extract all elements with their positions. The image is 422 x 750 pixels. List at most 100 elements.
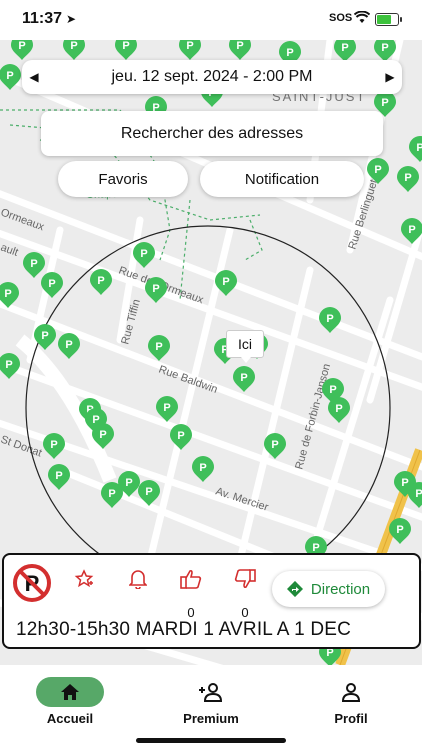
parking-marker-icon[interactable]: P [58,333,80,359]
battery-icon [375,13,402,26]
parking-marker-icon[interactable]: P [43,433,65,459]
svg-text:P: P [108,488,115,500]
svg-text:P: P [65,339,72,351]
parking-marker-icon[interactable]: P [328,397,350,423]
svg-text:P: P [152,283,159,295]
svg-text:P: P [416,142,422,154]
svg-text:P: P [404,172,411,184]
svg-text:P: P [6,70,13,82]
parking-marker-icon[interactable]: P [389,518,411,544]
wifi-icon [354,11,370,23]
parking-marker-icon[interactable]: P [133,242,155,268]
parking-marker-icon[interactable]: P [397,166,419,192]
svg-text:P: P [341,42,348,54]
svg-text:P: P [99,429,106,441]
svg-text:P: P [236,40,243,52]
parking-schedule: 12h30-15h30 MARDI 1 AVRIL A 1 DEC [16,619,352,640]
svg-text:P: P [408,224,415,236]
svg-text:P: P [335,403,342,415]
parking-marker-icon[interactable]: P [101,482,123,508]
tab-label: Profil [334,711,368,726]
svg-text:P: P [48,278,55,290]
svg-text:P: P [381,42,388,54]
thumbs-down-icon[interactable] [233,567,257,591]
svg-text:P: P [41,330,48,342]
parking-marker-icon[interactable]: P [334,40,356,62]
svg-text:P: P [30,258,37,270]
svg-text:P: P [55,470,62,482]
parking-marker-icon[interactable]: P [233,366,255,392]
parking-marker-icon[interactable]: P [0,64,21,90]
svg-text:P: P [4,288,11,300]
svg-text:P: P [122,40,129,52]
parking-marker-icon[interactable]: P [48,464,70,490]
tab-label: Premium [183,711,239,726]
dislikes-count: 0 [241,605,249,620]
parking-marker-icon[interactable]: P [145,277,167,303]
here-label: Ici [238,336,252,352]
parking-marker-icon[interactable]: P [170,424,192,450]
battery-fill [377,15,392,24]
parking-marker-icon[interactable]: P [192,456,214,482]
add-person-icon [199,683,223,702]
caret-left-icon[interactable]: ◀ [22,70,46,84]
svg-text:P: P [177,430,184,442]
home-icon [61,684,79,700]
parking-marker-icon[interactable]: P [11,40,33,60]
favorites-button[interactable]: Favoris [58,161,188,197]
parking-marker-icon[interactable]: P [319,307,341,333]
parking-marker-icon[interactable]: P [229,40,251,60]
clock-time: 11:37 [22,10,63,27]
svg-text:P: P [415,488,422,500]
svg-text:P: P [145,486,152,498]
search-addresses-button[interactable]: Rechercher des adresses [41,111,383,156]
star-add-icon[interactable] [72,567,96,591]
status-bar: 11:37 ➤ SOS [0,0,422,40]
parking-marker-icon[interactable]: P [148,335,170,361]
street-label: ault [0,242,20,259]
tab-accueil[interactable]: Accueil [15,677,125,727]
date-selector: ◀ jeu. 12 sept. 2024 - 2:00 PM ▶ [22,60,402,94]
svg-text:P: P [381,97,388,109]
svg-text:P: P [240,372,247,384]
caret-right-icon[interactable]: ▶ [378,70,402,84]
parking-marker-icon[interactable]: P [409,136,422,162]
thumbs-up-icon[interactable] [179,567,203,591]
notification-button[interactable]: Notification [200,161,364,197]
direction-label: Direction [310,580,371,598]
svg-text:P: P [186,40,193,52]
tab-profil[interactable]: Profil [296,677,406,727]
svg-text:P: P [329,384,336,396]
parking-marker-icon[interactable]: P [115,40,137,60]
parking-marker-icon[interactable]: P [179,40,201,60]
parking-marker-icon[interactable]: P [23,252,45,278]
svg-text:P: P [163,402,170,414]
svg-text:P: P [271,439,278,451]
sos-indicator: SOS [329,12,353,24]
svg-text:P: P [140,248,147,260]
svg-text:P: P [92,414,99,426]
svg-text:P: P [97,275,104,287]
svg-text:P: P [5,359,12,371]
svg-text:P: P [125,477,132,489]
bell-icon[interactable] [126,567,150,591]
tab-label: Accueil [46,711,94,726]
svg-text:P: P [70,40,77,52]
home-indicator [136,738,286,743]
svg-text:P: P [396,524,403,536]
parking-marker-icon[interactable]: P [90,269,112,295]
no-parking-sign-icon: P [13,564,51,602]
svg-text:P: P [199,462,206,474]
parking-marker-icon[interactable]: P [0,353,20,379]
parking-info-card: P 0 0 Direction 12h30-15h30 MARDI 1 AVRI… [2,553,421,649]
likes-count: 0 [187,605,195,620]
svg-text:P: P [50,439,57,451]
direction-button[interactable]: Direction [272,571,385,607]
svg-text:P: P [374,164,381,176]
date-text[interactable]: jeu. 12 sept. 2024 - 2:00 PM [111,68,312,86]
tab-premium[interactable]: Premium [156,677,266,727]
here-callout: Ici [226,330,264,363]
svg-text:P: P [222,276,229,288]
parking-marker-icon[interactable]: P [63,40,85,60]
svg-text:P: P [286,47,293,59]
